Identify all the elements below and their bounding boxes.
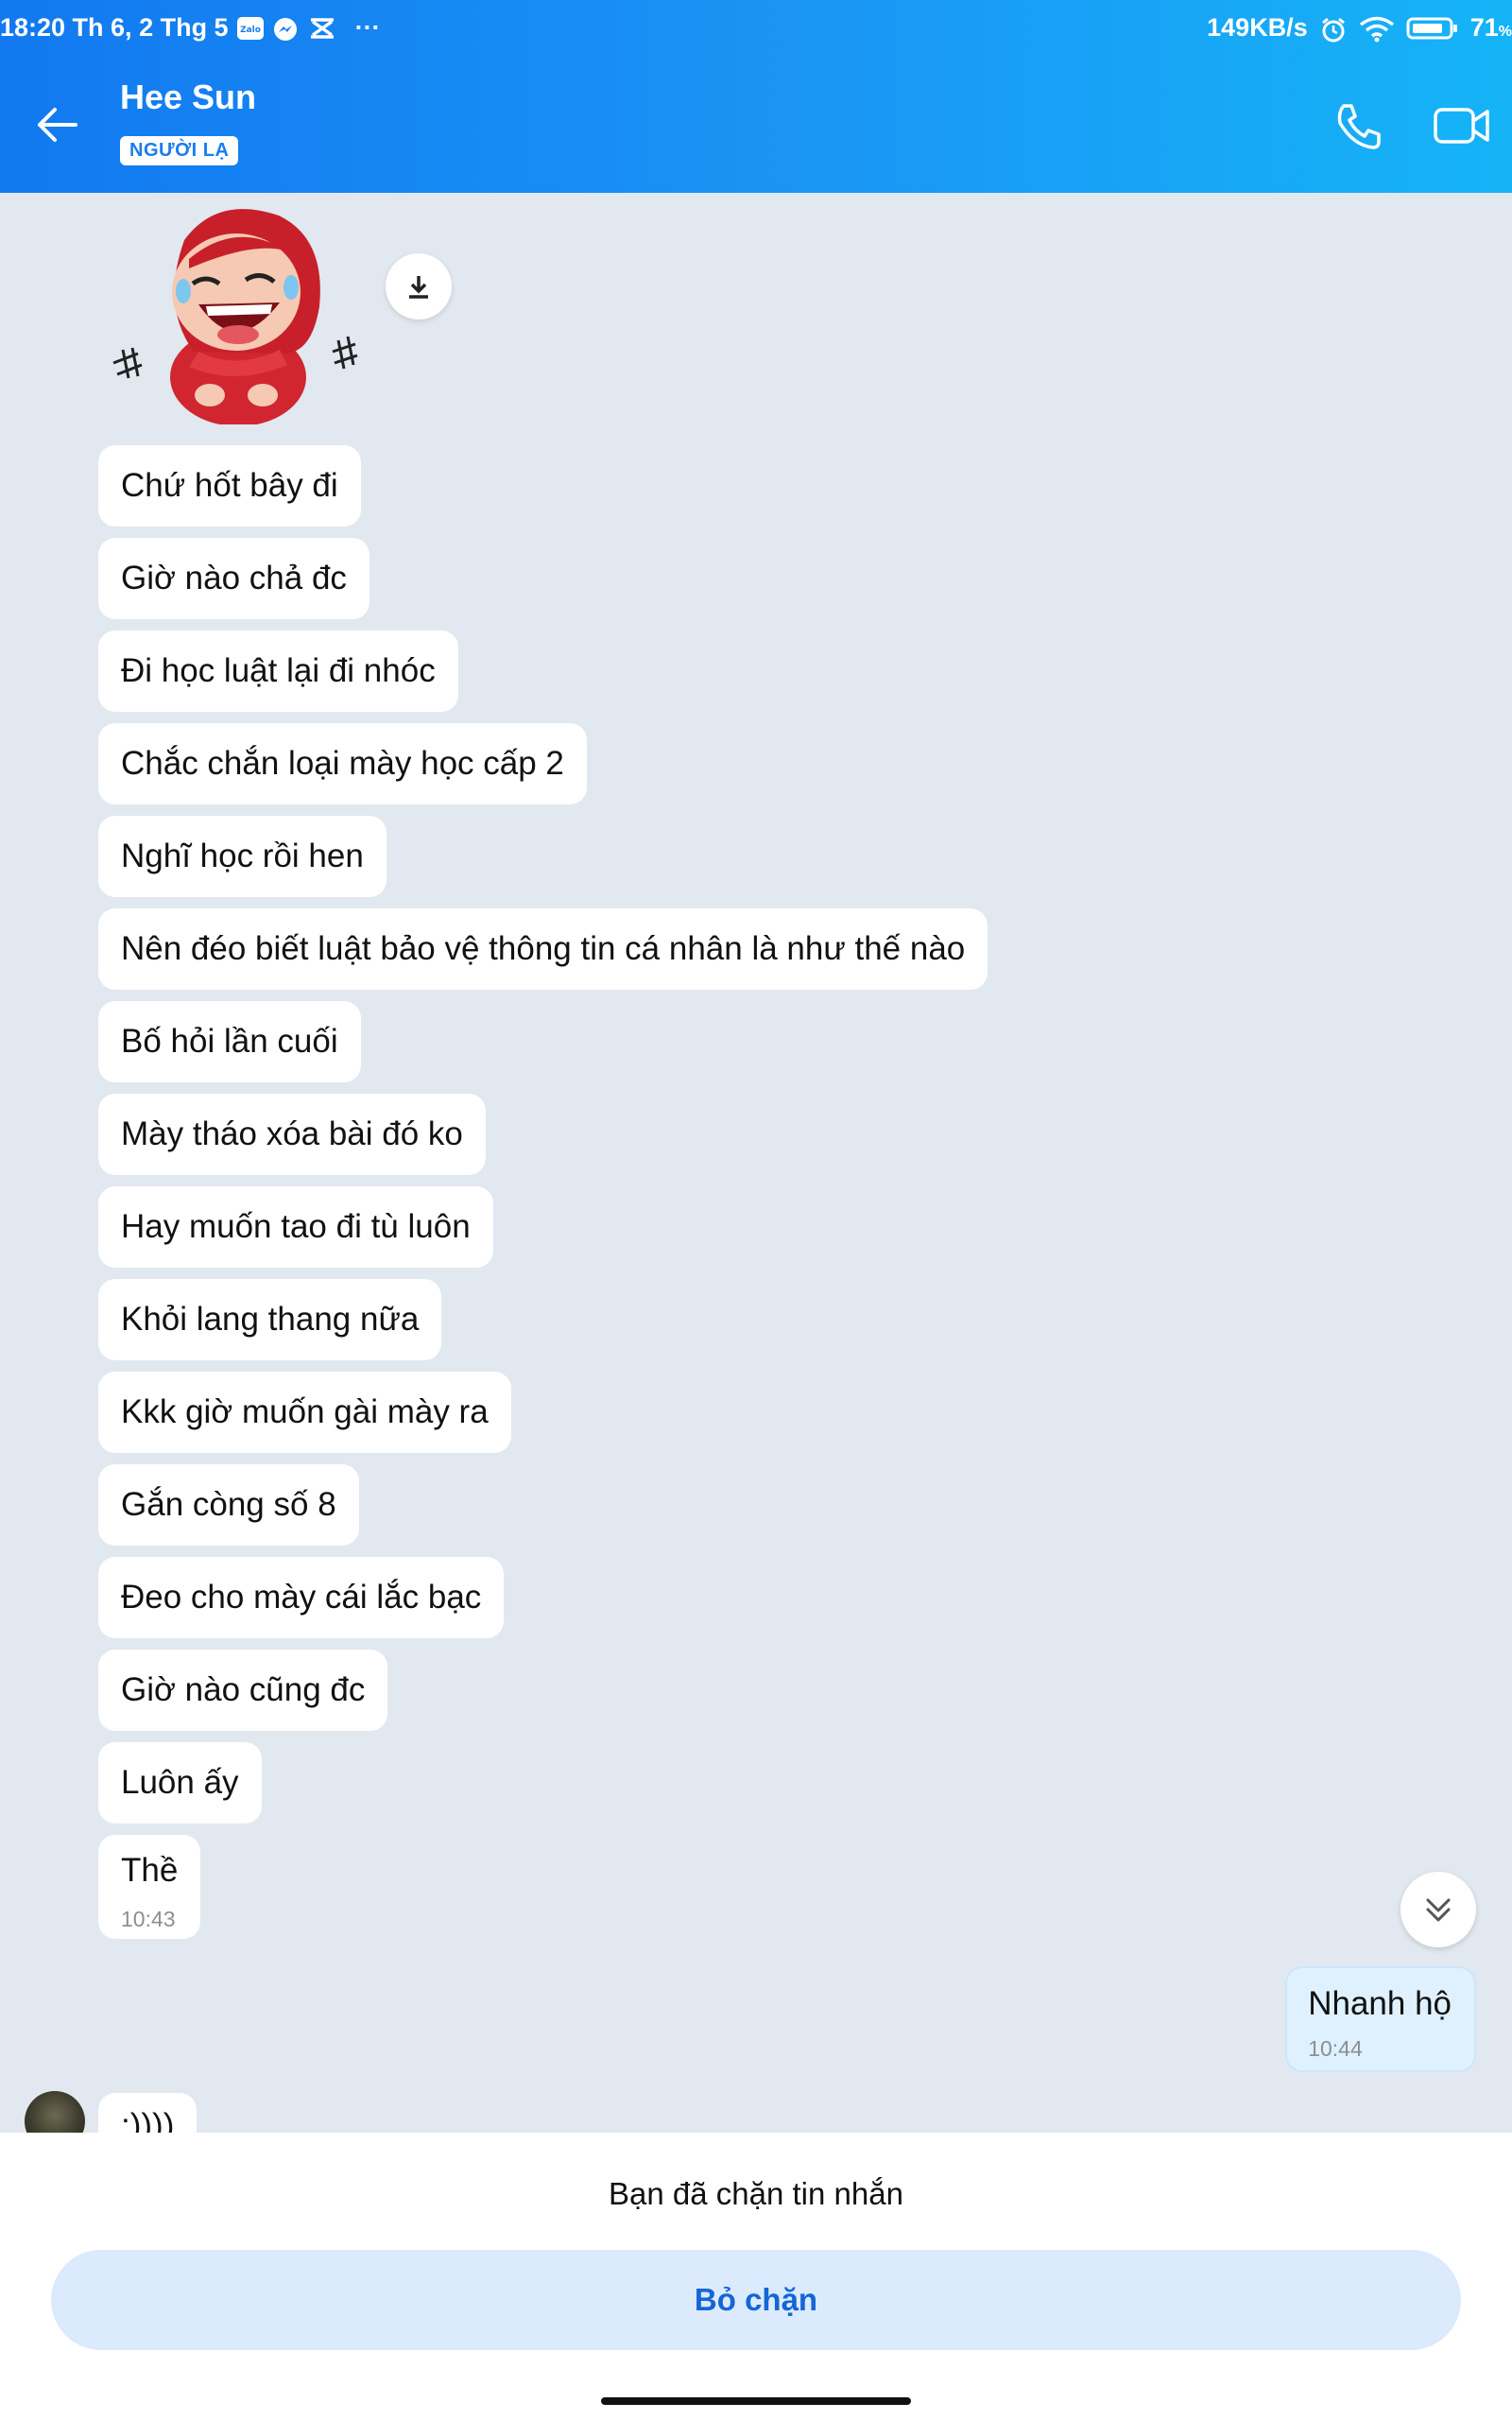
incoming-message[interactable]: Chắc chắn loại mày học cấp 2 bbox=[98, 723, 587, 804]
voice-call-button[interactable] bbox=[1332, 100, 1385, 153]
laughing-sticker[interactable] bbox=[94, 193, 378, 426]
incoming-message[interactable]: Giờ nào chả đc bbox=[98, 538, 369, 619]
message-text: Nhanh hộ bbox=[1308, 1985, 1452, 2022]
message-list[interactable]: Chứ hốt bây đi Giờ nào chả đc Đi học luậ… bbox=[0, 193, 1512, 2133]
download-icon bbox=[409, 276, 428, 299]
incoming-message[interactable]: Khỏi lang thang nữa bbox=[98, 1279, 442, 1360]
message-timestamp: 10:44 bbox=[1308, 2036, 1363, 2061]
incoming-message[interactable]: Giờ nào cũng đc bbox=[98, 1650, 388, 1731]
video-camera-icon bbox=[1434, 108, 1489, 144]
incoming-message[interactable]: Nên đéo biết luật bảo vệ thông tin cá nh… bbox=[98, 908, 988, 990]
incoming-message[interactable]: Hay muốn tao đi tù luôn bbox=[98, 1186, 493, 1268]
blocked-notice: Bạn đã chặn tin nhắn bbox=[609, 2176, 903, 2211]
scroll-to-bottom-button[interactable] bbox=[1400, 1872, 1476, 1947]
outgoing-message[interactable]: Nhanh hộ 10:44 bbox=[1285, 1966, 1476, 2072]
wifi-icon bbox=[1359, 16, 1395, 42]
chat-header: Hee Sun NGƯỜI LẠ bbox=[0, 57, 1512, 193]
incoming-message[interactable]: :)))) bbox=[98, 2093, 198, 2133]
incoming-message[interactable]: Đi học luật lại đi nhóc bbox=[98, 631, 458, 712]
battery-percent: 71% bbox=[1469, 13, 1512, 42]
svg-text:Zalo: Zalo bbox=[240, 26, 261, 35]
unblock-button[interactable]: Bỏ chặn bbox=[51, 2250, 1461, 2350]
home-indicator[interactable] bbox=[601, 2397, 911, 2405]
incoming-message[interactable]: Đeo cho mày cái lắc bạc bbox=[98, 1557, 505, 1638]
double-chevron-down-icon bbox=[1426, 1898, 1451, 1922]
network-speed: 149KB/s bbox=[1207, 13, 1308, 42]
blocked-footer: Bạn đã chặn tin nhắn Bỏ chặn bbox=[0, 2133, 1512, 2420]
alarm-icon bbox=[1319, 16, 1348, 42]
incoming-message-last[interactable]: Thề 10:43 bbox=[98, 1835, 201, 1939]
status-overflow-icon: ··· bbox=[354, 13, 381, 42]
capcut-icon bbox=[308, 16, 336, 41]
zalo-icon: Zalo bbox=[236, 16, 265, 41]
message-text: Thề bbox=[121, 1852, 179, 1889]
stranger-badge: NGƯỜI LẠ bbox=[120, 136, 239, 165]
incoming-message[interactable]: Bố hỏi lần cuối bbox=[98, 1001, 361, 1082]
contact-avatar[interactable] bbox=[25, 2091, 85, 2133]
battery-icon bbox=[1406, 16, 1459, 41]
incoming-message[interactable]: Gắn còng số 8 bbox=[98, 1464, 359, 1546]
message-timestamp: 10:43 bbox=[121, 1907, 176, 1931]
sticker-image bbox=[112, 209, 358, 426]
phone-icon bbox=[1337, 104, 1381, 149]
messenger-icon bbox=[272, 16, 301, 41]
incoming-message[interactable]: Mày tháo xóa bài đó ko bbox=[98, 1094, 486, 1175]
incoming-message[interactable]: Luôn ấy bbox=[98, 1742, 262, 1824]
contact-name[interactable]: Hee Sun bbox=[120, 78, 256, 117]
back-arrow-icon bbox=[38, 108, 77, 142]
video-call-button[interactable] bbox=[1433, 98, 1491, 153]
back-button[interactable] bbox=[34, 100, 83, 149]
incoming-message[interactable]: Kkk giờ muốn gài mày ra bbox=[98, 1372, 511, 1453]
incoming-message[interactable]: Chứ hốt bây đi bbox=[98, 445, 361, 527]
status-time-date: 18:20 Th 6, 2 Thg 5 bbox=[0, 13, 229, 42]
download-sticker-button[interactable] bbox=[386, 253, 452, 320]
incoming-message[interactable]: Nghĩ học rồi hen bbox=[98, 816, 387, 897]
status-bar: 18:20 Th 6, 2 Thg 5 Zalo ··· 149KB/s 71% bbox=[0, 0, 1512, 57]
